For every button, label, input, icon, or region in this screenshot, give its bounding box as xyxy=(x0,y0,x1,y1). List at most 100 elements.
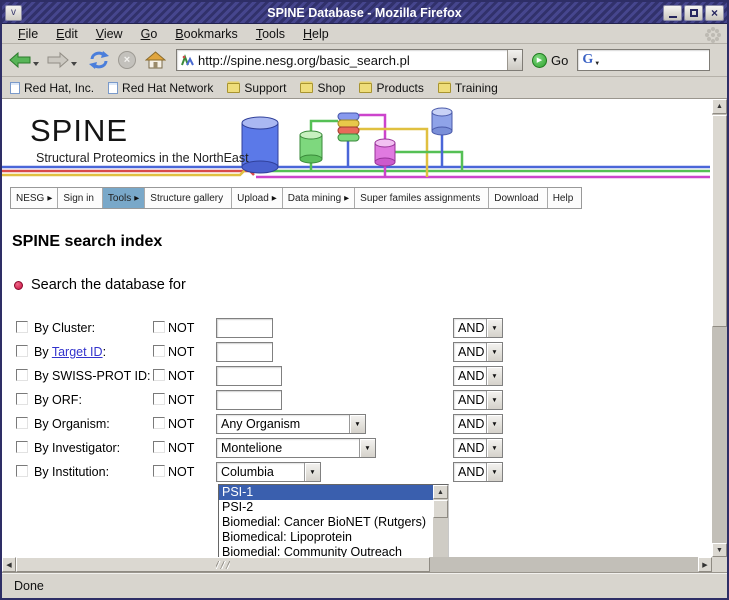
horizontal-scrollbar[interactable]: ◀ ▶ xyxy=(2,557,712,572)
minimize-button[interactable] xyxy=(663,5,682,21)
tab-structure-gallery[interactable]: Structure gallery xyxy=(144,188,231,208)
listbox-scrollbar-thumb[interactable] xyxy=(433,500,448,518)
list-item[interactable]: PSI-2 xyxy=(219,500,433,515)
scroll-up-button[interactable]: ▲ xyxy=(433,485,448,499)
bookmark-support[interactable]: Support xyxy=(227,81,286,95)
not-checkbox[interactable] xyxy=(153,393,165,405)
bookmark-products[interactable]: Products xyxy=(359,81,423,95)
scroll-down-button[interactable]: ▼ xyxy=(712,543,727,557)
menu-go[interactable]: Go xyxy=(133,26,166,42)
vertical-scrollbar[interactable]: ▲ ▼ xyxy=(712,99,727,557)
form-row-cluster: By Cluster: NOT AND▼ xyxy=(2,316,712,340)
form-row-institution: By Institution: NOT Columbia▼ AND▼ xyxy=(2,460,712,484)
bookmark-redhat-network[interactable]: Red Hat Network xyxy=(108,81,213,95)
vertical-scrollbar-thumb[interactable] xyxy=(712,115,727,327)
tab-tools[interactable]: Tools▶ xyxy=(102,188,144,208)
boolean-select[interactable]: AND▼ xyxy=(453,390,503,410)
menu-tools[interactable]: Tools xyxy=(248,26,293,42)
horizontal-scrollbar-thumb[interactable] xyxy=(16,557,430,572)
page-icon xyxy=(108,82,118,94)
home-button[interactable] xyxy=(145,51,166,69)
not-checkbox[interactable] xyxy=(153,441,165,453)
url-history-dropdown[interactable]: ▼ xyxy=(507,50,522,70)
maximize-icon xyxy=(690,9,698,17)
stop-button[interactable]: × xyxy=(118,51,136,69)
field-checkbox[interactable] xyxy=(16,441,28,453)
not-checkbox[interactable] xyxy=(153,345,165,357)
chevron-down-icon: ▼ xyxy=(716,547,723,554)
forward-dropdown-icon[interactable] xyxy=(71,62,77,66)
boolean-select[interactable]: AND▼ xyxy=(453,414,503,434)
tab-super-families-assignments[interactable]: Super familes assignments xyxy=(354,188,488,208)
tab-nesg[interactable]: NESG▶ xyxy=(11,188,57,208)
chevron-down-icon: ▼ xyxy=(486,463,502,481)
field-checkbox[interactable] xyxy=(16,345,28,357)
url-input[interactable] xyxy=(196,53,507,68)
menu-file[interactable]: File xyxy=(10,26,46,42)
organism-select[interactable]: Any Organism▼ xyxy=(216,414,366,434)
not-checkbox[interactable] xyxy=(153,417,165,429)
field-checkbox[interactable] xyxy=(16,417,28,429)
chevron-down-icon: ▼ xyxy=(486,415,502,433)
investigator-select[interactable]: Montelione▼ xyxy=(216,438,376,458)
field-checkbox[interactable] xyxy=(16,369,28,381)
list-item[interactable]: Biomedial: Community Outreach xyxy=(219,545,433,557)
boolean-select[interactable]: AND▼ xyxy=(453,462,503,482)
forward-arrow-icon xyxy=(47,51,69,69)
bookmark-training[interactable]: Training xyxy=(438,81,498,95)
back-dropdown-icon[interactable] xyxy=(33,62,39,66)
home-icon xyxy=(145,51,166,69)
boolean-select[interactable]: AND▼ xyxy=(453,342,503,362)
orf-input[interactable] xyxy=(216,390,282,410)
navigation-toolbar: × ▼ ▶ Go G ▼ xyxy=(2,44,727,77)
menu-edit[interactable]: Edit xyxy=(48,26,86,42)
submenu-arrow-icon: ▶ xyxy=(134,194,139,202)
chevron-left-icon: ◀ xyxy=(6,561,11,569)
tab-upload[interactable]: Upload▶ xyxy=(231,188,282,208)
boolean-select[interactable]: AND▼ xyxy=(453,438,503,458)
maximize-button[interactable] xyxy=(684,5,703,21)
search-engine-caret-icon[interactable]: ▼ xyxy=(594,61,600,67)
bookmark-shop[interactable]: Shop xyxy=(300,81,345,95)
boolean-select[interactable]: AND▼ xyxy=(453,318,503,338)
back-button[interactable] xyxy=(9,51,31,69)
tab-help[interactable]: Help xyxy=(547,188,582,208)
close-button[interactable]: × xyxy=(705,5,724,21)
tab-sign-in[interactable]: Sign in xyxy=(57,188,102,208)
menu-view[interactable]: View xyxy=(88,26,131,42)
field-checkbox[interactable] xyxy=(16,321,28,333)
go-button[interactable]: ▶ Go xyxy=(532,53,568,68)
not-checkbox[interactable] xyxy=(153,321,165,333)
tab-data-mining[interactable]: Data mining▶ xyxy=(282,188,354,208)
list-item[interactable]: Biomedical: Lipoprotein xyxy=(219,530,433,545)
search-input[interactable] xyxy=(603,52,709,68)
scroll-right-button[interactable]: ▶ xyxy=(698,557,712,572)
bookmark-redhat-inc[interactable]: Red Hat, Inc. xyxy=(10,81,94,95)
listbox-scrollbar[interactable]: ▲ xyxy=(433,485,448,557)
page-favicon-icon xyxy=(181,54,194,67)
menu-bookmarks[interactable]: Bookmarks xyxy=(167,26,246,42)
cluster-input[interactable] xyxy=(216,318,273,338)
target-id-input[interactable] xyxy=(216,342,273,362)
search-engine-icon[interactable]: G xyxy=(582,52,593,68)
not-checkbox[interactable] xyxy=(153,465,165,477)
menu-help[interactable]: Help xyxy=(295,26,337,42)
list-item[interactable]: PSI-1 xyxy=(219,485,433,500)
swissprot-input[interactable] xyxy=(216,366,282,386)
url-bar: ▼ xyxy=(176,49,523,71)
scroll-up-button[interactable]: ▲ xyxy=(712,99,727,114)
field-label: By Investigator: xyxy=(34,436,120,460)
field-checkbox[interactable] xyxy=(16,465,28,477)
titlebar[interactable]: v SPINE Database - Mozilla Firefox × xyxy=(2,2,727,24)
field-checkbox[interactable] xyxy=(16,393,28,405)
target-id-link[interactable]: Target ID xyxy=(52,345,103,359)
forward-button[interactable] xyxy=(47,51,69,69)
not-checkbox[interactable] xyxy=(153,369,165,381)
scroll-left-button[interactable]: ◀ xyxy=(2,557,16,572)
institution-select[interactable]: Columbia▼ xyxy=(216,462,321,482)
consortium-listbox[interactable]: PSI-1 PSI-2 Biomedial: Cancer BioNET (Ru… xyxy=(218,484,449,557)
reload-button[interactable] xyxy=(88,50,110,70)
list-item[interactable]: Biomedial: Cancer BioNET (Rutgers) xyxy=(219,515,433,530)
boolean-select[interactable]: AND▼ xyxy=(453,366,503,386)
tab-download[interactable]: Download xyxy=(488,188,546,208)
